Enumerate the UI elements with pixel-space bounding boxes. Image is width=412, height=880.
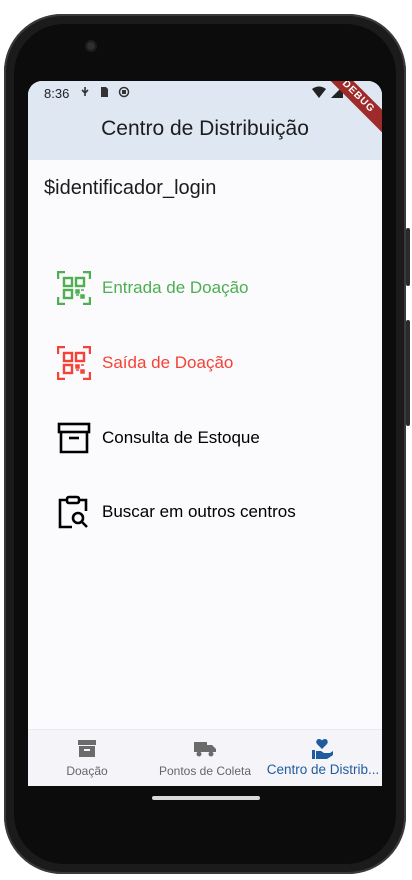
usb-debug-icon (81, 87, 89, 96)
front-camera (85, 40, 97, 52)
archive-box-icon (77, 738, 97, 758)
app-bar: 8:36 DEBUG Centro de Distribuição (28, 81, 382, 160)
hand-heart-icon (311, 738, 335, 759)
status-time: 8:36 (44, 86, 70, 101)
menu-item-label: Buscar em outros centros (102, 502, 296, 521)
nav-label: Doação (66, 764, 108, 778)
home-indicator[interactable] (152, 796, 260, 800)
nav-label: Pontos de Coleta (158, 764, 252, 778)
menu-item-label: Consulta de Estoque (102, 428, 260, 447)
wifi-icon (311, 86, 326, 98)
menu-item-label: Entrada de Doação (102, 278, 249, 297)
qr-code-scan-icon (56, 345, 92, 381)
qr-code-scan-icon (56, 270, 92, 306)
page-title: Centro de Distribuição (101, 117, 309, 140)
menu-item-label: Saída de Doação (102, 353, 234, 372)
truck-icon (193, 738, 217, 758)
app-screen: 8:36 DEBUG Centro de Distribuição $ident… (28, 81, 382, 786)
clipboard-search-icon (56, 494, 92, 530)
notification-icons (80, 86, 130, 101)
nav-item-centro-distribuicao[interactable]: Centro de Distrib... (264, 730, 382, 786)
volume-button (406, 228, 410, 286)
nav-item-doacao[interactable]: Doação (28, 730, 146, 786)
bottom-navigation: Doação Pontos de Coleta Centro de Distri… (28, 729, 382, 786)
nav-item-pontos-coleta[interactable]: Pontos de Coleta (146, 730, 264, 786)
menu-item-buscar-centros[interactable]: Buscar em outros centros (56, 492, 356, 532)
power-button (406, 320, 410, 426)
menu-item-saida-doacao[interactable]: Saída de Doação (56, 343, 356, 383)
login-identifier: $identificador_login (44, 177, 217, 199)
status-bar: 8:36 (28, 81, 382, 105)
archive-box-icon (56, 420, 92, 456)
nav-label: Centro de Distrib... (266, 762, 380, 777)
sync-icon (118, 86, 130, 98)
menu-item-entrada-doacao[interactable]: Entrada de Doação (56, 268, 356, 308)
menu-item-consulta-estoque[interactable]: Consulta de Estoque (56, 418, 356, 458)
sd-card-icon (101, 87, 109, 97)
